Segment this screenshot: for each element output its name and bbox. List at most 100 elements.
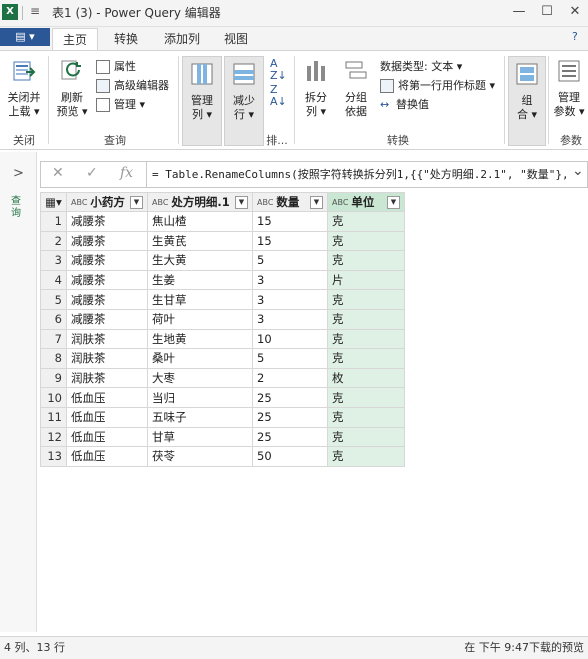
expand-pane-icon[interactable]: >: [13, 166, 24, 181]
table-cell[interactable]: 片: [327, 269, 405, 291]
table-cell[interactable]: 五味子: [147, 406, 253, 428]
table-cell[interactable]: 荷叶: [147, 308, 253, 330]
row-index[interactable]: 10: [40, 387, 67, 408]
table-cell[interactable]: 克: [327, 250, 405, 271]
fx-icon[interactable]: fx: [120, 165, 133, 181]
table-cell[interactable]: 茯苓: [147, 446, 253, 467]
row-index[interactable]: 1: [40, 211, 67, 232]
manage-button[interactable]: 管理 ▾: [96, 96, 145, 114]
tab-add-column[interactable]: 添加列: [156, 28, 208, 50]
confirm-formula-icon[interactable]: ✓: [86, 165, 98, 181]
minimize-button[interactable]: —: [506, 2, 532, 22]
table-cell[interactable]: 克: [327, 230, 405, 252]
table-cell[interactable]: 生姜: [147, 269, 253, 291]
row-index[interactable]: 7: [40, 328, 67, 350]
table-cell[interactable]: 克: [327, 211, 405, 232]
filter-dropdown-icon[interactable]: ▼: [387, 196, 400, 209]
row-index[interactable]: 11: [40, 406, 67, 428]
table-cell[interactable]: 50: [252, 446, 328, 467]
table-cell[interactable]: 克: [327, 446, 405, 467]
properties-button[interactable]: 属性: [96, 58, 136, 76]
table-cell[interactable]: 焦山楂: [147, 211, 253, 232]
row-index[interactable]: 12: [40, 426, 67, 448]
table-cell[interactable]: 低血压: [66, 446, 148, 467]
filter-dropdown-icon[interactable]: ▼: [130, 196, 143, 209]
table-cell[interactable]: 克: [327, 348, 405, 369]
table-cell[interactable]: 克: [327, 328, 405, 350]
advanced-editor-button[interactable]: 高级编辑器: [96, 77, 169, 95]
filter-dropdown-icon[interactable]: ▼: [310, 196, 323, 209]
tab-transform[interactable]: 转换: [104, 28, 148, 50]
row-index[interactable]: 9: [40, 367, 67, 389]
table-cell[interactable]: 2: [252, 367, 328, 389]
split-column-button[interactable]: 拆分 列 ▾: [298, 58, 334, 119]
table-cell[interactable]: 润肤茶: [66, 367, 148, 389]
sort-descending-icon[interactable]: Z A↓: [270, 84, 287, 108]
column-header-shuliang[interactable]: ABC 数量 ▼: [252, 192, 328, 212]
table-cell[interactable]: 减腰茶: [66, 211, 148, 232]
data-type-dropdown[interactable]: 数据类型: 文本 ▾: [380, 58, 462, 76]
table-cell[interactable]: 克: [327, 289, 405, 310]
table-cell[interactable]: 润肤茶: [66, 348, 148, 369]
table-cell[interactable]: 减腰茶: [66, 269, 148, 291]
table-cell[interactable]: 3: [252, 289, 328, 310]
table-cell[interactable]: 生地黄: [147, 328, 253, 350]
table-cell[interactable]: 枚: [327, 367, 405, 389]
table-cell[interactable]: 3: [252, 308, 328, 330]
table-cell[interactable]: 低血压: [66, 387, 148, 408]
table-cell[interactable]: 减腰茶: [66, 230, 148, 252]
table-cell[interactable]: 当归: [147, 387, 253, 408]
table-cell[interactable]: 25: [252, 387, 328, 408]
column-header-xiaoyaofang[interactable]: ABC 小药方 ▼: [66, 192, 148, 212]
row-index[interactable]: 6: [40, 308, 67, 330]
table-cell[interactable]: 15: [252, 211, 328, 232]
help-icon[interactable]: ?: [572, 30, 578, 43]
close-button[interactable]: ✕: [562, 2, 588, 22]
table-cell[interactable]: 3: [252, 269, 328, 291]
queries-pane-label[interactable]: 查询: [11, 196, 23, 220]
table-cell[interactable]: 低血压: [66, 426, 148, 448]
refresh-preview-button[interactable]: 刷新 预览 ▾: [54, 58, 90, 119]
manage-columns-button[interactable]: 管理 列 ▾: [182, 56, 222, 146]
row-index[interactable]: 4: [40, 269, 67, 291]
tab-home[interactable]: 主页: [52, 28, 98, 51]
table-cell[interactable]: 克: [327, 426, 405, 448]
table-cell[interactable]: 桑叶: [147, 348, 253, 369]
select-all-cell[interactable]: ▦▾: [40, 192, 67, 212]
sort-ascending-icon[interactable]: A Z↓: [270, 58, 287, 82]
replace-values-button[interactable]: ↔ 替换值: [380, 96, 429, 114]
formula-input[interactable]: = Table.RenameColumns(按照字符转换拆分列1,{{"处方明细…: [152, 166, 570, 182]
row-index[interactable]: 13: [40, 446, 67, 467]
column-header-chufang[interactable]: ABC 处方明细.1 ▼: [147, 192, 253, 212]
quick-access-dropdown-icon[interactable]: ≡: [30, 4, 40, 18]
table-cell[interactable]: 克: [327, 406, 405, 428]
table-cell[interactable]: 润肤茶: [66, 328, 148, 350]
expand-formula-icon[interactable]: ⌄: [572, 163, 584, 179]
table-cell[interactable]: 减腰茶: [66, 250, 148, 271]
table-cell[interactable]: 5: [252, 250, 328, 271]
cancel-formula-icon[interactable]: ✕: [52, 165, 64, 181]
table-cell[interactable]: 10: [252, 328, 328, 350]
table-cell[interactable]: 生大黄: [147, 250, 253, 271]
combine-button[interactable]: 组 合 ▾: [508, 56, 546, 146]
table-cell[interactable]: 克: [327, 387, 405, 408]
row-index[interactable]: 3: [40, 250, 67, 271]
reduce-rows-button[interactable]: 减少 行 ▾: [224, 56, 264, 146]
group-by-button[interactable]: 分组 依据: [338, 58, 374, 119]
table-cell[interactable]: 生甘草: [147, 289, 253, 310]
table-cell[interactable]: 生黄芪: [147, 230, 253, 252]
column-header-danwei[interactable]: ABC 单位 ▼: [327, 192, 405, 212]
table-cell[interactable]: 大枣: [147, 367, 253, 389]
file-menu-button[interactable]: ▤ ▾: [0, 28, 50, 46]
table-cell[interactable]: 减腰茶: [66, 308, 148, 330]
filter-dropdown-icon[interactable]: ▼: [235, 196, 248, 209]
manage-parameters-button[interactable]: 管理 参数 ▾: [552, 58, 586, 119]
row-index[interactable]: 5: [40, 289, 67, 310]
table-cell[interactable]: 25: [252, 426, 328, 448]
table-cell[interactable]: 克: [327, 308, 405, 330]
table-cell[interactable]: 15: [252, 230, 328, 252]
tab-view[interactable]: 视图: [214, 28, 258, 50]
table-cell[interactable]: 甘草: [147, 426, 253, 448]
row-index[interactable]: 2: [40, 230, 67, 252]
table-cell[interactable]: 低血压: [66, 406, 148, 428]
